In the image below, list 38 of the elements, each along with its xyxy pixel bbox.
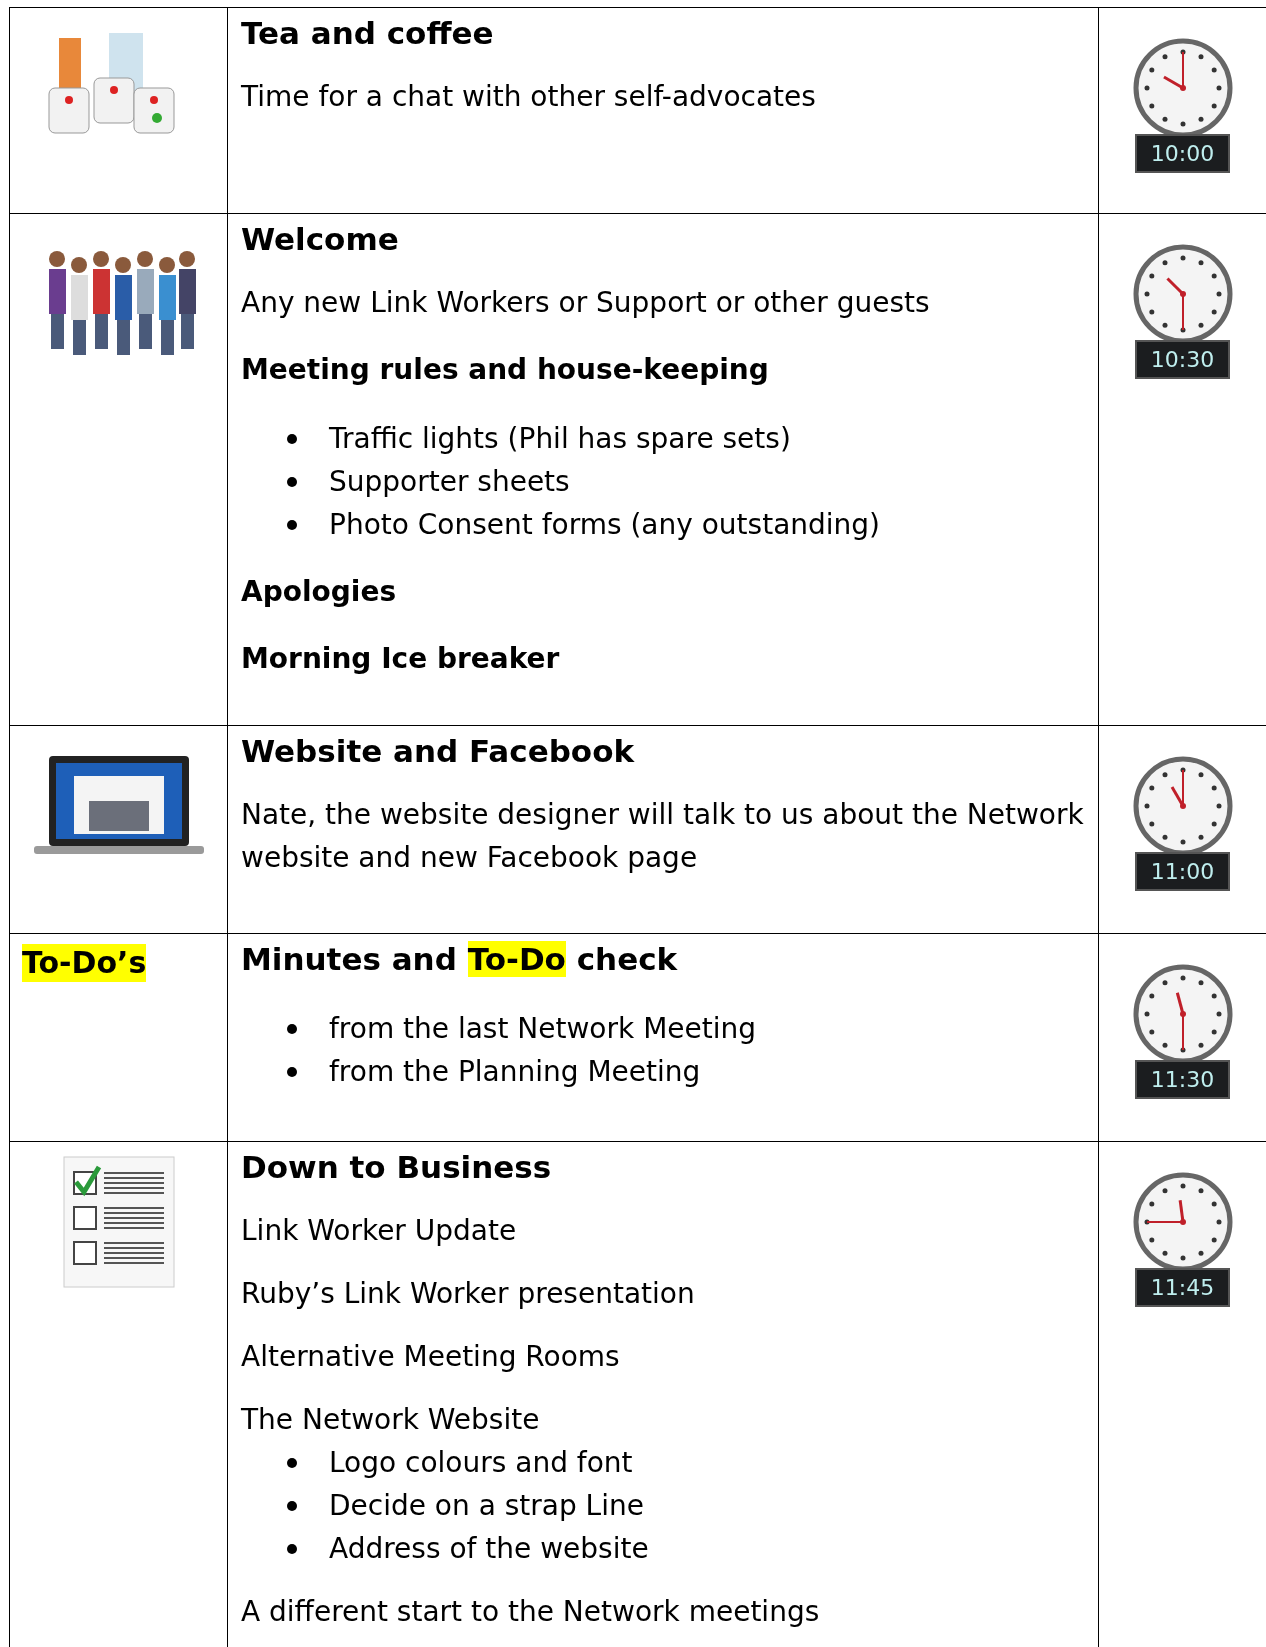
bullet-text: from the last Network Meeting bbox=[329, 1011, 756, 1047]
bullet-text: Logo colours and font bbox=[329, 1445, 633, 1481]
subheading: Morning Ice breaker bbox=[241, 641, 561, 677]
agenda-text: Alternative Meeting Rooms bbox=[241, 1339, 621, 1375]
agenda-text: The Network Website bbox=[241, 1402, 541, 1438]
agenda-text: Nate, the website designer will talk to us about the Network website and new Facebook page bbox=[241, 797, 1085, 876]
agenda-text: Ruby’s Link Worker presentation bbox=[241, 1276, 696, 1312]
agenda-text: A different start to the Network meetings bbox=[241, 1594, 821, 1630]
bullet-icon bbox=[287, 519, 297, 530]
section-heading: Tea and coffee bbox=[241, 14, 495, 53]
bullet-icon bbox=[287, 1543, 297, 1554]
todo-label: To-Do’s bbox=[22, 944, 147, 982]
bullet-icon bbox=[287, 1066, 297, 1077]
subheading: Apologies bbox=[241, 574, 398, 610]
clock-time: 11:45 bbox=[1134, 1268, 1231, 1307]
bullet-text: Decide on a strap Line bbox=[329, 1488, 644, 1524]
bullet-icon bbox=[287, 1457, 297, 1468]
section-heading: Welcome bbox=[241, 220, 400, 259]
agenda-text: Link Worker Update bbox=[241, 1213, 518, 1249]
bullet-icon bbox=[287, 1500, 297, 1511]
bullet-icon bbox=[287, 476, 297, 487]
agenda-text: Time for a chat with other self-advocates bbox=[241, 79, 817, 115]
bullet-icon bbox=[287, 1023, 297, 1034]
bullet-text: from the Planning Meeting bbox=[329, 1054, 701, 1090]
agenda-text: Any new Link Workers or Support or other guests bbox=[241, 285, 931, 321]
clock-time: 10:30 bbox=[1134, 340, 1231, 379]
bullet-text: Traffic lights (Phil has spare sets) bbox=[329, 421, 791, 457]
clock-time: 11:30 bbox=[1134, 1060, 1231, 1099]
section-heading: Website and Facebook bbox=[241, 732, 636, 771]
bullet-icon bbox=[287, 433, 297, 444]
clock-time: 10:00 bbox=[1134, 134, 1231, 173]
clock-time: 11:00 bbox=[1134, 852, 1231, 891]
bullet-text: Address of the website bbox=[329, 1531, 649, 1567]
bullet-text: Supporter sheets bbox=[329, 464, 570, 500]
section-heading: Minutes and To-Do check bbox=[241, 940, 679, 979]
bullet-text: Photo Consent forms (any outstanding) bbox=[329, 507, 881, 543]
subheading: Meeting rules and house-keeping bbox=[241, 352, 770, 388]
section-heading: Down to Business bbox=[241, 1148, 553, 1187]
